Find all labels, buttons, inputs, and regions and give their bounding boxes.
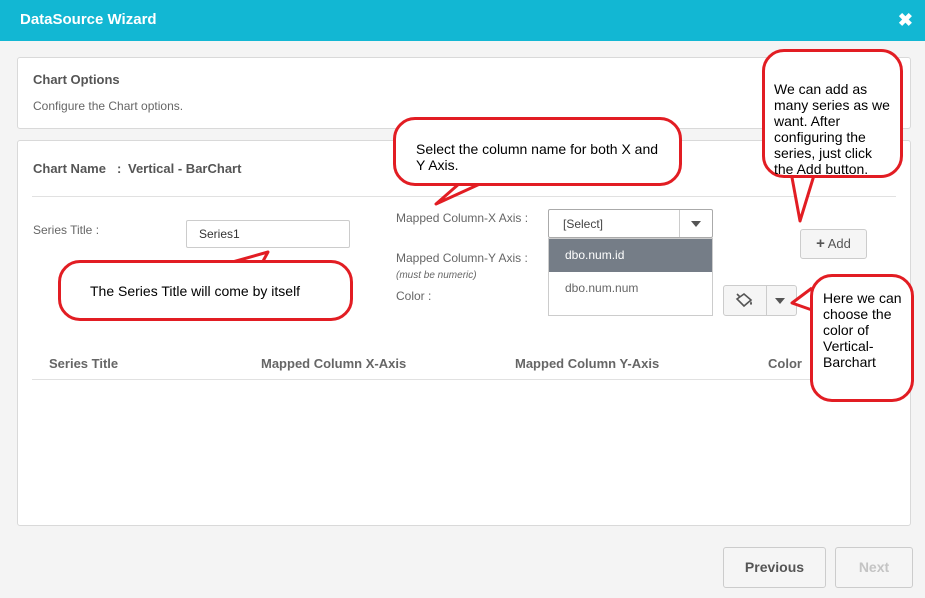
callout-select-columns: Select the column name for both X and Y … [393,117,682,186]
callout-choose-color: Here we can choose the color of Vertical… [810,274,914,402]
callout-add-series: We can add as many series as we want. Af… [762,49,903,178]
callout-series-title: The Series Title will come by itself [58,260,353,321]
